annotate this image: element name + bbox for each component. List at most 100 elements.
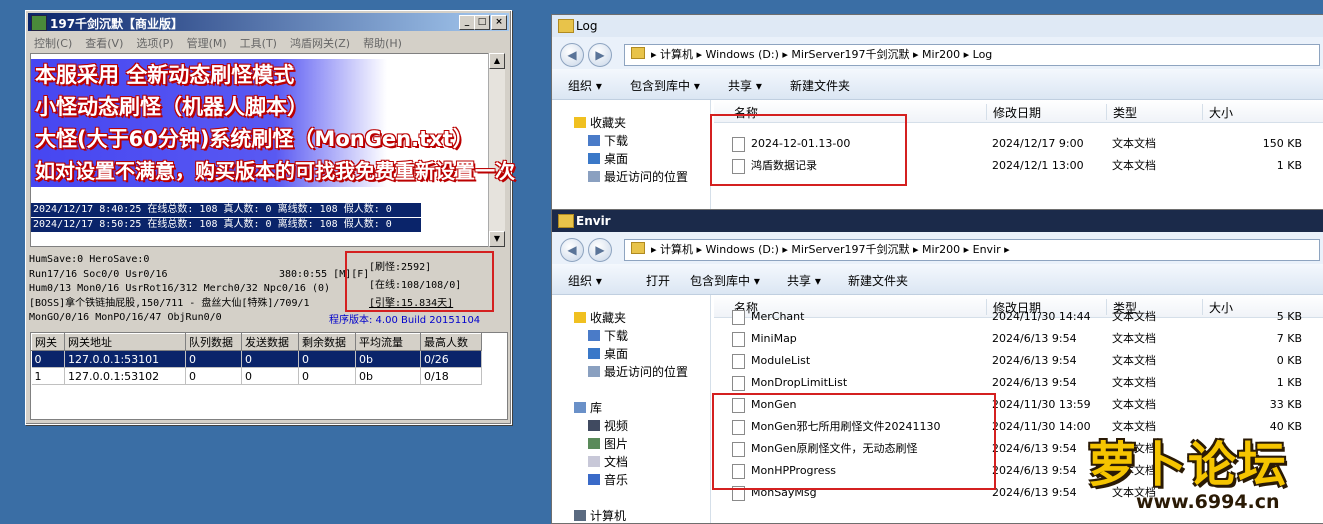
nav-label: 桌面 bbox=[604, 347, 629, 361]
log-explorer-window: Log ◀ ▶ ▸ 计算机 ▸ Windows (D:) ▸ MirServer… bbox=[551, 14, 1323, 210]
cell: 0/18 bbox=[420, 367, 482, 385]
file-date: 2024/12/1 13:00 bbox=[992, 159, 1084, 172]
table-row[interactable]: 1 127.0.0.1:53102 0 0 0 0b 0/18 bbox=[31, 367, 482, 385]
table-row[interactable]: 0 127.0.0.1:53101 0 0 0 0b 0/26 bbox=[31, 350, 482, 368]
file-row[interactable]: MiniMap 2024/6/13 9:54 文本文档 7 KB bbox=[714, 328, 1323, 350]
cell: 0 bbox=[241, 350, 299, 368]
nav-downloads[interactable]: 下载 bbox=[588, 132, 628, 149]
file-row[interactable]: MerChant 2024/11/30 14:44 文本文档 5 KB bbox=[714, 306, 1323, 328]
file-date: 2024/11/30 14:00 bbox=[992, 420, 1091, 433]
menu-options[interactable]: 选项(P) bbox=[136, 35, 173, 51]
folder-icon bbox=[631, 47, 645, 59]
nav-recent[interactable]: 最近访问的位置 bbox=[588, 168, 688, 185]
col-type[interactable]: 类型 bbox=[1106, 104, 1137, 120]
nav-pane: 收藏夹 下载 桌面 最近访问的位置 bbox=[552, 100, 711, 209]
file-date: 2024/6/13 9:54 bbox=[992, 464, 1077, 477]
col-size[interactable]: 大小 bbox=[1202, 104, 1233, 120]
log-scrollbar[interactable]: ▲ ▼ bbox=[488, 53, 505, 247]
nav-documents[interactable]: 文档 bbox=[588, 453, 628, 470]
back-arrow-icon[interactable]: ◀ bbox=[560, 238, 584, 262]
cell: 0 bbox=[185, 350, 242, 368]
file-type: 文本文档 bbox=[1112, 398, 1156, 411]
nav-libraries[interactable]: 库 bbox=[574, 399, 602, 416]
nav-desktop[interactable]: 桌面 bbox=[588, 345, 628, 362]
close-button[interactable]: × bbox=[491, 15, 507, 30]
nav-computer[interactable]: 计算机 bbox=[574, 507, 626, 524]
menu-view[interactable]: 查看(V) bbox=[85, 35, 123, 51]
address-text: ▸ 计算机 ▸ Windows (D:) ▸ MirServer197千剑沉默 … bbox=[651, 48, 993, 61]
log-title-bar[interactable]: Log bbox=[552, 15, 1323, 38]
col-remain[interactable]: 剩余数据 bbox=[298, 333, 356, 351]
star-icon bbox=[574, 117, 586, 128]
new-folder-button[interactable]: 新建文件夹 bbox=[790, 77, 850, 94]
nav-favorites[interactable]: 收藏夹 bbox=[574, 309, 626, 326]
menu-tools[interactable]: 工具(T) bbox=[240, 35, 277, 51]
nav-videos[interactable]: 视频 bbox=[588, 417, 628, 434]
col-address[interactable]: 网关地址 bbox=[64, 333, 186, 351]
file-date: 2024/11/30 14:44 bbox=[992, 310, 1091, 323]
address-path[interactable]: ▸ 计算机 ▸ Windows (D:) ▸ MirServer197千剑沉默 … bbox=[624, 239, 1320, 261]
menu-help[interactable]: 帮助(H) bbox=[363, 35, 402, 51]
address-path[interactable]: ▸ 计算机 ▸ Windows (D:) ▸ MirServer197千剑沉默 … bbox=[624, 44, 1320, 66]
forward-arrow-icon[interactable]: ▶ bbox=[588, 238, 612, 262]
annotation-line-3: 大怪(大于60分钟)系统刷怪（MonGen.txt） bbox=[35, 127, 474, 151]
folder-icon bbox=[631, 242, 645, 254]
menu-control[interactable]: 控制(C) bbox=[34, 35, 72, 51]
include-library-button[interactable]: 包含到库中 ▾ bbox=[690, 272, 760, 289]
toolbar: 组织 ▾ 包含到库中 ▾ 共享 ▾ 新建文件夹 bbox=[552, 69, 1323, 100]
video-icon bbox=[588, 420, 600, 431]
back-arrow-icon[interactable]: ◀ bbox=[560, 43, 584, 67]
menu-manage[interactable]: 管理(M) bbox=[187, 35, 227, 51]
col-gateway[interactable]: 网关 bbox=[31, 333, 65, 351]
nav-music[interactable]: 音乐 bbox=[588, 471, 628, 488]
organize-button[interactable]: 组织 ▾ bbox=[568, 77, 602, 94]
nav-label: 最近访问的位置 bbox=[604, 365, 689, 379]
cell: 127.0.0.1:53101 bbox=[64, 350, 186, 368]
open-button[interactable]: 打开 bbox=[646, 272, 670, 289]
nav-recent[interactable]: 最近访问的位置 bbox=[588, 363, 688, 380]
nav-label: 收藏夹 bbox=[590, 116, 627, 130]
watermark-logo: 萝卜论坛 www.6994.cn bbox=[1088, 425, 1318, 520]
col-date[interactable]: 修改日期 bbox=[986, 104, 1041, 120]
file-row[interactable]: ModuleList 2024/6/13 9:54 文本文档 0 KB bbox=[714, 350, 1323, 372]
nav-pictures[interactable]: 图片 bbox=[588, 435, 628, 452]
watermark-brand: 萝卜论坛 bbox=[1088, 437, 1289, 493]
picture-icon bbox=[588, 438, 600, 449]
maximize-button[interactable]: □ bbox=[474, 15, 490, 30]
file-name: MonDropLimitList bbox=[751, 376, 848, 389]
nav-favorites[interactable]: 收藏夹 bbox=[574, 114, 626, 131]
scroll-up-button[interactable]: ▲ bbox=[489, 53, 505, 69]
nav-label: 收藏夹 bbox=[590, 311, 627, 325]
menu-gateway[interactable]: 鸿盾网关(Z) bbox=[290, 35, 350, 51]
file-size: 150 KB bbox=[1262, 137, 1302, 150]
nav-label: 视频 bbox=[604, 419, 629, 433]
nav-desktop[interactable]: 桌面 bbox=[588, 150, 628, 167]
log-line: 2024/12/17 8:50:25 在线总数: 108 真人数: 0 离线数:… bbox=[31, 218, 421, 232]
nav-label: 文档 bbox=[604, 455, 629, 469]
envir-title-bar[interactable]: Envir bbox=[552, 210, 1323, 233]
organize-button[interactable]: 组织 ▾ bbox=[568, 272, 602, 289]
minimize-button[interactable]: _ bbox=[459, 15, 475, 30]
col-sent[interactable]: 发送数据 bbox=[241, 333, 299, 351]
scroll-down-button[interactable]: ▼ bbox=[489, 231, 505, 247]
file-size: 7 KB bbox=[1276, 332, 1302, 345]
nav-label: 下载 bbox=[604, 134, 629, 148]
nav-downloads[interactable]: 下载 bbox=[588, 327, 628, 344]
file-row[interactable]: MonDropLimitList 2024/6/13 9:54 文本文档 1 KB bbox=[714, 372, 1323, 394]
nav-label: 桌面 bbox=[604, 152, 629, 166]
forward-arrow-icon[interactable]: ▶ bbox=[588, 43, 612, 67]
file-size: 1 KB bbox=[1276, 376, 1302, 389]
col-avg-traffic[interactable]: 平均流量 bbox=[355, 333, 421, 351]
computer-icon bbox=[574, 510, 586, 521]
col-max-users[interactable]: 最高人数 bbox=[420, 333, 482, 351]
server-title-bar[interactable]: 197千剑沉默【商业版】 _ □ × bbox=[28, 13, 509, 31]
nav-label: 最近访问的位置 bbox=[604, 170, 689, 184]
share-button[interactable]: 共享 ▾ bbox=[787, 272, 821, 289]
share-button[interactable]: 共享 ▾ bbox=[728, 77, 762, 94]
include-library-button[interactable]: 包含到库中 ▾ bbox=[630, 77, 700, 94]
col-queue[interactable]: 队列数据 bbox=[185, 333, 242, 351]
file-name: MiniMap bbox=[751, 332, 797, 345]
menu-bar: 控制(C) 查看(V) 选项(P) 管理(M) 工具(T) 鸿盾网关(Z) 帮助(H) bbox=[28, 33, 509, 51]
document-icon bbox=[588, 456, 600, 467]
new-folder-button[interactable]: 新建文件夹 bbox=[848, 272, 908, 289]
